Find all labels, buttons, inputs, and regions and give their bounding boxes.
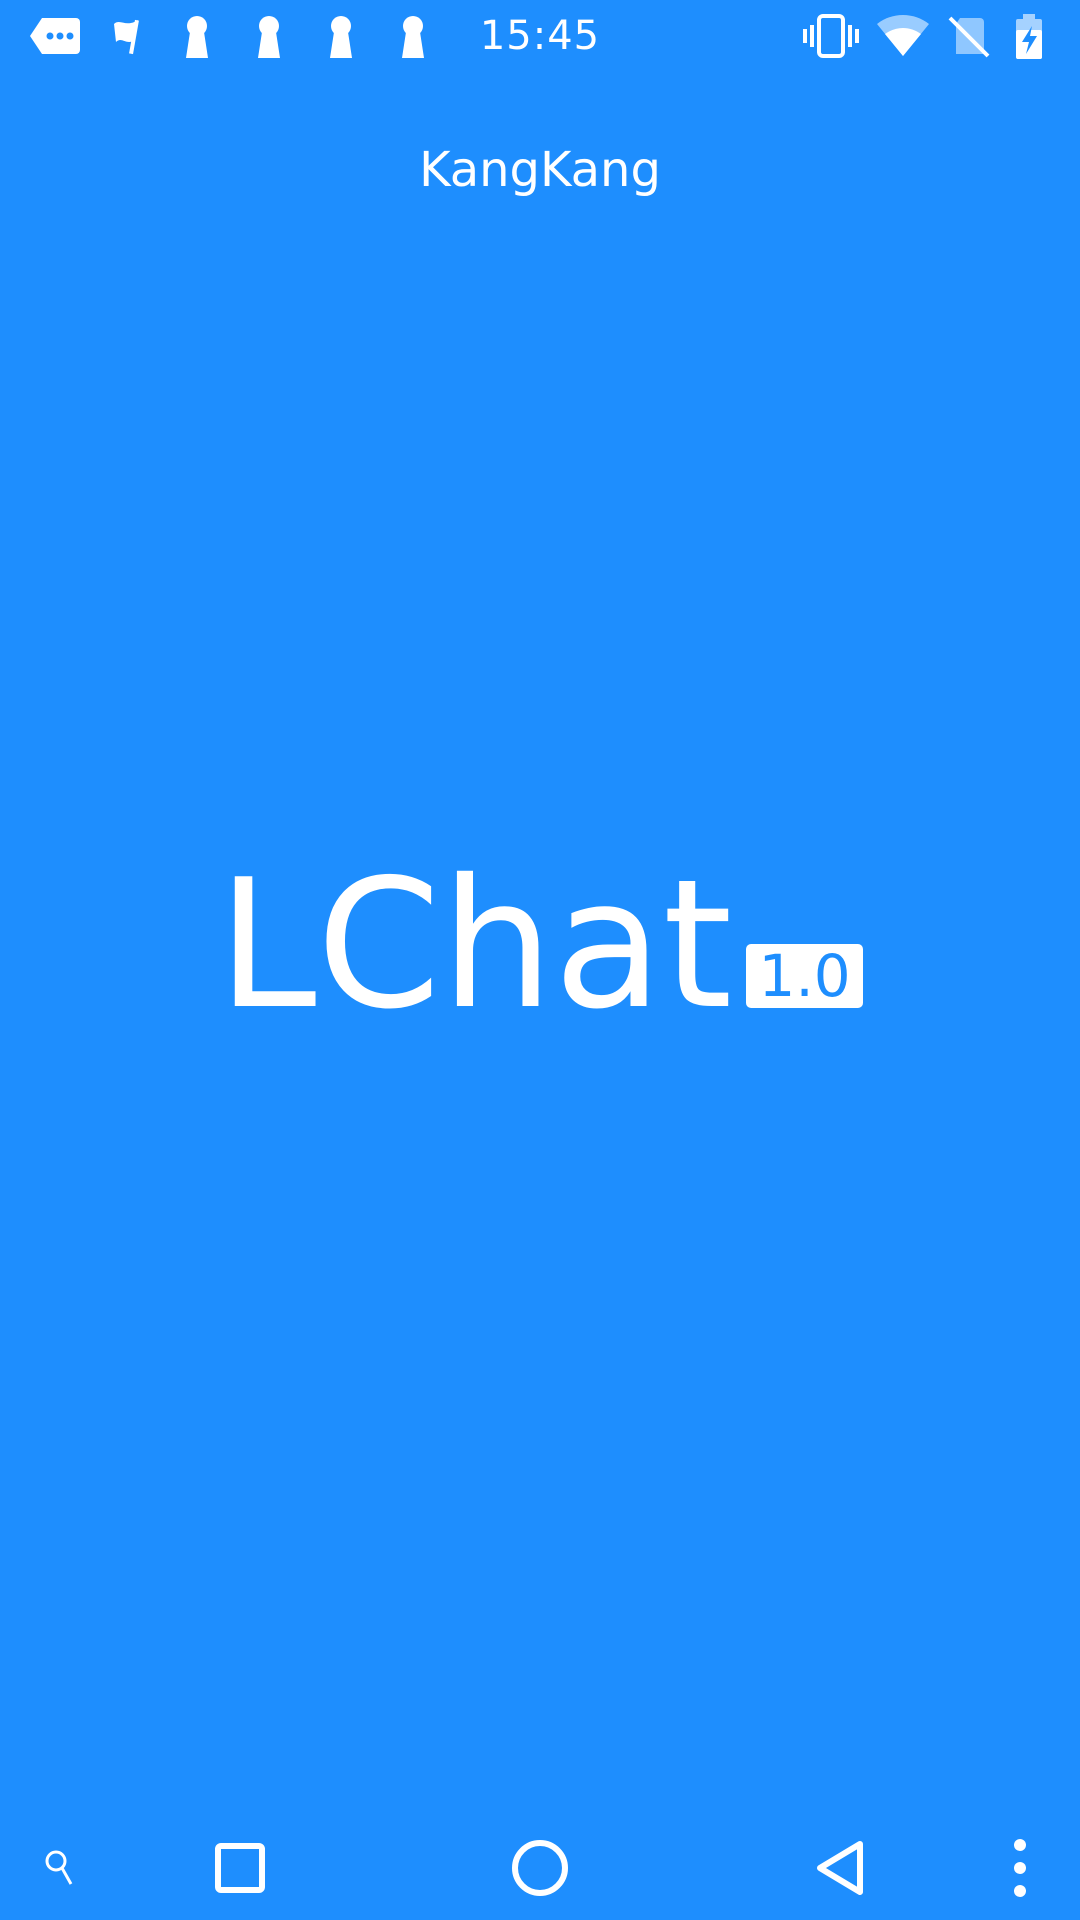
- search-icon[interactable]: [20, 1815, 100, 1920]
- app-title: KangKang: [419, 142, 661, 198]
- logo-name: LChat: [217, 841, 733, 1048]
- more-icon[interactable]: [985, 1815, 1055, 1920]
- recents-icon[interactable]: [190, 1815, 290, 1920]
- status-bar: 15:45: [0, 0, 1080, 72]
- home-icon[interactable]: [490, 1815, 590, 1920]
- back-icon[interactable]: [790, 1815, 890, 1920]
- keyhole-icon: [396, 14, 430, 58]
- navigation-bar: [0, 1815, 1080, 1920]
- no-sim-icon: [946, 14, 990, 58]
- battery-charging-icon: [1012, 14, 1046, 59]
- vibrate-icon: [802, 14, 860, 58]
- message-icon: [28, 14, 82, 58]
- status-time: 15:45: [479, 13, 601, 59]
- keyhole-icon: [324, 14, 358, 58]
- keyhole-icon: [180, 14, 214, 58]
- wifi-icon: [876, 14, 930, 58]
- keyhole-icon: [252, 14, 286, 58]
- flag-icon: [110, 14, 142, 58]
- app-logo: LChat 1.0: [0, 841, 1080, 1048]
- version-badge: 1.0: [746, 944, 863, 1008]
